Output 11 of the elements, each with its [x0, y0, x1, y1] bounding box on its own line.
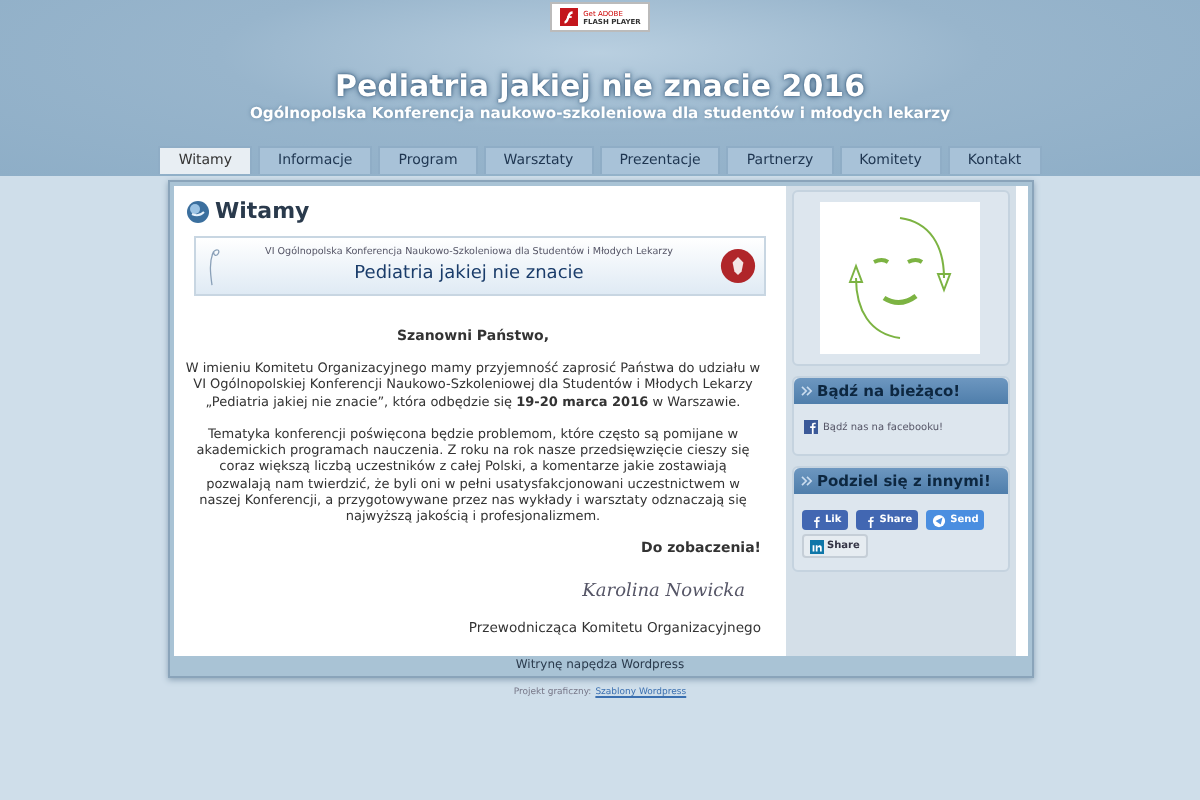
linkedin-icon — [809, 539, 823, 553]
page-heading: Witamy — [215, 198, 310, 224]
signature: Karolina Nowicka — [580, 579, 745, 606]
banner-title: Pediatria jakiej nie znacie — [354, 264, 584, 284]
send-icon — [932, 513, 947, 527]
chevron-icon — [799, 386, 813, 396]
flash-icon — [559, 8, 578, 26]
facebook-icon — [803, 420, 817, 434]
chevron-icon — [799, 476, 813, 486]
site-title: Pediatria jakiej nie znacie 2016 — [334, 70, 866, 104]
globe-icon — [185, 199, 209, 223]
